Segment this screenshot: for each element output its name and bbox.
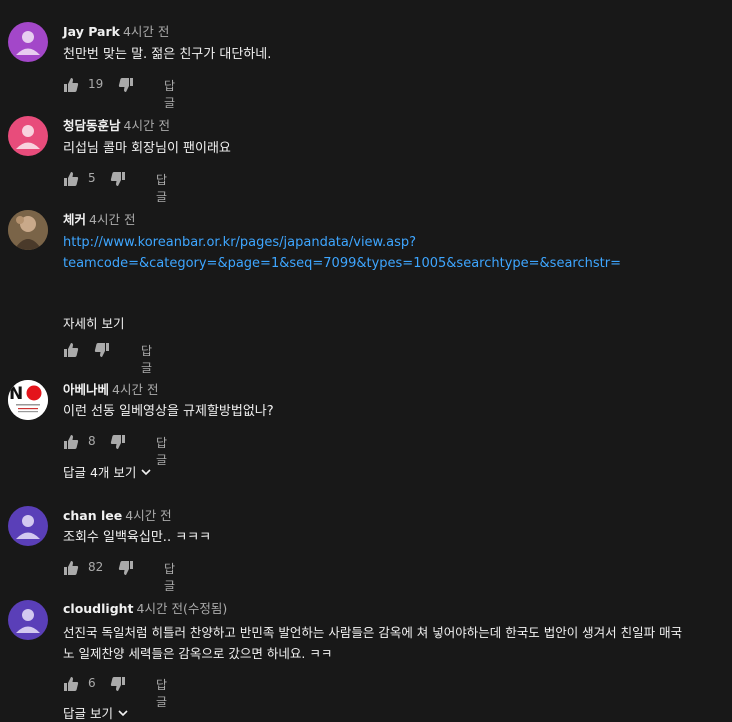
reply-button[interactable]: 답글 [156, 434, 167, 468]
reply-button[interactable]: 답글 [164, 77, 175, 111]
avatar[interactable] [8, 600, 48, 640]
comment-link[interactable]: teamcode=&category=&page=1&seq=7099&type… [63, 253, 621, 275]
thumb-down-icon [110, 172, 125, 186]
like-count: 8 [88, 434, 96, 448]
thumb-down-icon [110, 677, 125, 691]
comment-text: 노 일제찬양 세력들은 감옥으로 갔으면 하네요. ㅋㅋ [63, 646, 333, 661]
thumb-up-icon [64, 677, 79, 691]
comment-text: 천만번 맞는 말. 젊은 친구가 대단하네. [63, 47, 272, 62]
person-icon [16, 31, 40, 55]
thumb-up-icon [64, 343, 79, 357]
timestamp[interactable]: 4시간 전(수정됨) [137, 601, 228, 616]
dislike-button[interactable] [94, 340, 110, 360]
thumb-down-icon [94, 343, 109, 357]
thumb-up-icon [64, 561, 79, 575]
timestamp[interactable]: 4시간 전 [125, 508, 171, 523]
chevron-down-icon [118, 709, 128, 716]
dislike-button[interactable] [118, 75, 134, 95]
dislike-button[interactable] [110, 432, 126, 452]
dislike-button[interactable] [110, 169, 126, 189]
comment-header: chan lee 4시간 전 [63, 508, 172, 524]
reply-button[interactable]: 답글 [156, 676, 167, 710]
like-button[interactable] [63, 432, 79, 452]
avatar[interactable] [8, 210, 48, 250]
thumb-up-icon [64, 435, 79, 449]
like-button[interactable] [63, 558, 79, 578]
like-count: 6 [88, 676, 96, 690]
like-count: 82 [88, 560, 104, 574]
thumb-down-icon [118, 78, 133, 92]
thumb-down-icon [118, 561, 133, 575]
author-name[interactable]: cloudlight [63, 601, 134, 616]
dislike-button[interactable] [110, 674, 126, 694]
comment-header: 청담동훈남 4시간 전 [63, 118, 170, 134]
like-button[interactable] [63, 75, 79, 95]
avatar-image [8, 210, 48, 250]
svg-text:N: N [9, 384, 23, 404]
author-name[interactable]: 아베나베 [63, 382, 109, 397]
thumb-up-icon [64, 172, 79, 186]
reply-button[interactable]: 답글 [156, 171, 167, 205]
person-icon [16, 125, 40, 149]
avatar[interactable] [8, 506, 48, 546]
comment-header: 체커 4시간 전 [63, 212, 135, 228]
person-icon [16, 609, 40, 633]
read-more-button[interactable]: 자세히 보기 [63, 313, 124, 332]
timestamp[interactable]: 4시간 전 [89, 212, 135, 227]
like-button[interactable] [63, 674, 79, 694]
timestamp[interactable]: 4시간 전 [112, 382, 158, 397]
comment-header: Jay Park 4시간 전 [63, 24, 169, 40]
comment-header: 아베나베 4시간 전 [63, 382, 158, 398]
thumb-up-icon [64, 78, 79, 92]
view-replies-label: 답글 보기 [63, 706, 113, 721]
no-japan-logo: N [8, 380, 48, 420]
view-replies-label: 답글 4개 보기 [63, 465, 137, 480]
like-button[interactable] [63, 169, 79, 189]
author-name[interactable]: 청담동훈남 [63, 118, 121, 133]
comment-link[interactable]: http://www.koreanbar.or.kr/pages/japanda… [63, 232, 416, 254]
comment-text: 조회수 일백육십만.. ㅋㅋㅋ [63, 530, 212, 545]
chevron-down-icon [141, 468, 151, 475]
avatar[interactable] [8, 22, 48, 62]
reply-button[interactable]: 답글 [141, 342, 152, 376]
author-name[interactable]: Jay Park [63, 24, 120, 39]
avatar[interactable] [8, 116, 48, 156]
comment-header: cloudlight 4시간 전(수정됨) [63, 601, 227, 617]
like-button[interactable] [63, 340, 79, 360]
timestamp[interactable]: 4시간 전 [123, 24, 169, 39]
dislike-button[interactable] [118, 558, 134, 578]
view-replies-button[interactable]: 답글 보기 [63, 703, 129, 722]
comment-text: 선진국 독일처럼 히틀러 찬양하고 반민족 발언하는 사람들은 감옥에 쳐 넣어… [63, 625, 683, 640]
person-icon [16, 515, 40, 539]
thumb-down-icon [110, 435, 125, 449]
comment-text: 이런 선동 일베영상을 규제할방법없나? [63, 404, 274, 419]
like-count: 19 [88, 77, 104, 91]
author-name[interactable]: chan lee [63, 508, 122, 523]
like-count: 5 [88, 171, 96, 185]
comment-text: 리섭님 콜마 회장님이 팬이래요 [63, 141, 231, 156]
timestamp[interactable]: 4시간 전 [124, 118, 170, 133]
avatar[interactable]: N [8, 380, 48, 420]
view-replies-button[interactable]: 답글 4개 보기 [63, 462, 152, 481]
reply-button[interactable]: 답글 [164, 560, 175, 594]
author-name[interactable]: 체커 [63, 212, 86, 227]
